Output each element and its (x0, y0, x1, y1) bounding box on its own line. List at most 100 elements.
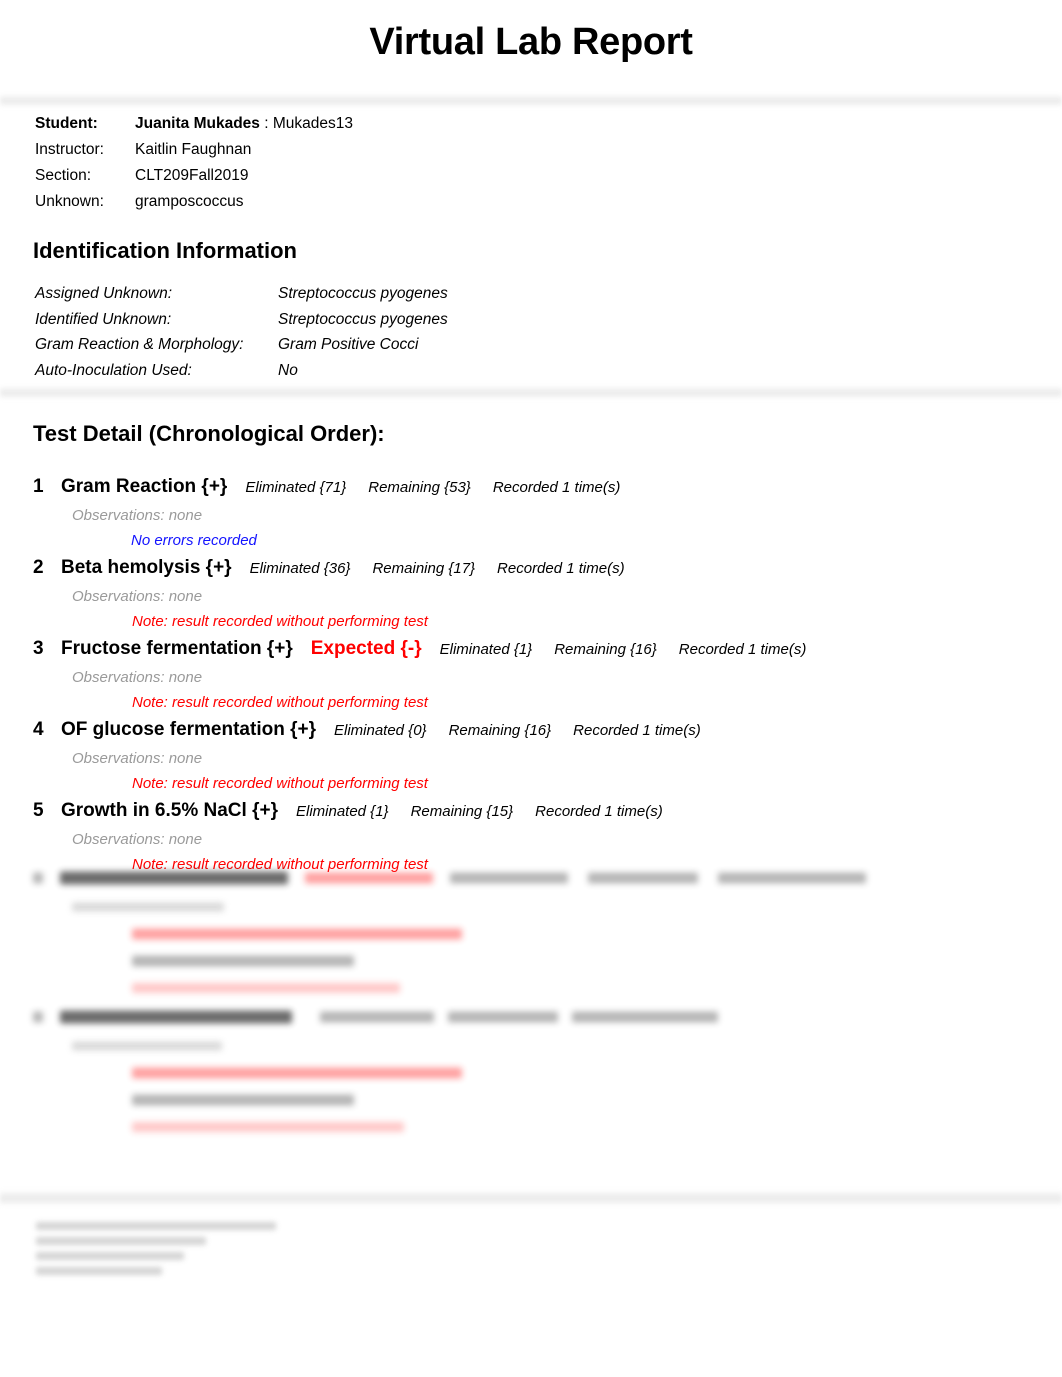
test-eliminated-count: Eliminated {71} (245, 479, 347, 496)
redacted-text-block (448, 1011, 558, 1022)
redacted-text-block (132, 955, 354, 966)
test-recorded-count: Recorded 1 time(s) (573, 722, 701, 739)
redacted-text-block (132, 928, 462, 939)
test-entry-header: 4 OF glucose fermentation {+} Eliminated {… (0, 715, 1062, 746)
separator-band-top (0, 94, 1062, 107)
test-note-warning: Note: result recorded without performing… (132, 613, 428, 630)
test-number: 1 (33, 476, 44, 497)
redacted-test-entry-header (0, 862, 1062, 893)
redacted-text-line (0, 893, 1062, 920)
test-detail-heading: Test Detail (Chronological Order): (33, 421, 385, 446)
test-remaining-count: Remaining {15} (410, 803, 514, 820)
meta-value: CLT209Fall2019 (135, 167, 249, 184)
redacted-test-entry-header (0, 1001, 1062, 1032)
redacted-text-block (72, 902, 224, 911)
redacted-text-block (33, 872, 43, 883)
redacted-test-entries (0, 862, 1062, 1140)
test-expected-result: Expected {-} (310, 638, 422, 659)
identification-row: Gram Reaction & Morphology: Gram Positive… (35, 332, 448, 358)
test-recorded-count: Recorded 1 time(s) (535, 803, 663, 820)
meta-row: Section: CLT209Fall2019 (35, 163, 353, 189)
test-name: Growth in 6.5% NaCl {+} (61, 800, 278, 821)
meta-value: Kaitlin Faughnan (135, 141, 252, 158)
redacted-text-line (0, 1086, 1062, 1113)
identification-heading: Identification Information (33, 238, 297, 263)
redacted-footer-line (36, 1237, 206, 1245)
redacted-text-block (33, 1011, 43, 1022)
redacted-text-block (305, 872, 433, 883)
redacted-text-block (588, 872, 698, 883)
redacted-test-entry (0, 862, 1062, 1001)
test-remaining-count: Remaining {53} (368, 479, 471, 496)
meta-value: Juanita Mukades (135, 115, 260, 132)
test-number: 5 (33, 800, 44, 821)
test-remaining-count: Remaining {16} (448, 722, 552, 739)
test-recorded-count: Recorded 1 time(s) (497, 560, 625, 577)
test-entry-header: 3 Fructose fermentation {+} Expected {-} El… (0, 634, 1062, 665)
test-entry: 3 Fructose fermentation {+} Expected {-} El… (0, 634, 1062, 715)
page-title: Virtual Lab Report (369, 21, 693, 63)
identification-label: Assigned Unknown: (35, 285, 172, 302)
test-remaining-count: Remaining {17} (372, 560, 476, 577)
test-note-no-errors: No errors recorded (131, 532, 257, 549)
meta-row: Instructor: Kaitlin Faughnan (35, 137, 353, 163)
meta-label: Instructor: (35, 141, 104, 158)
identification-value: Streptococcus pyogenes (278, 285, 448, 302)
identification-label: Gram Reaction & Morphology: (35, 336, 244, 353)
redacted-text-block (450, 872, 568, 883)
redacted-text-line (0, 947, 1062, 974)
test-eliminated-count: Eliminated {36} (249, 560, 351, 577)
redacted-text-block (60, 871, 288, 884)
identification-row: Assigned Unknown: Streptococcus pyogenes (35, 281, 448, 307)
redacted-footer (36, 1222, 276, 1282)
test-observations: Observations: none (72, 750, 203, 767)
test-name: Beta hemolysis {+} (61, 557, 232, 578)
meta-row: Student: Juanita Mukades : Mukades13 (35, 111, 353, 137)
redacted-footer-line (36, 1222, 276, 1230)
identification-value: Streptococcus pyogenes (278, 310, 448, 328)
redacted-text-block (72, 1041, 222, 1050)
test-note-warning: Note: result recorded without performing… (132, 775, 428, 792)
student-meta-block: Student: Juanita Mukades : Mukades13 Instr… (35, 111, 353, 215)
redacted-text-block (132, 1067, 462, 1078)
redacted-footer-line (36, 1252, 184, 1260)
redacted-text-block (718, 872, 866, 883)
redacted-text-block (320, 1011, 434, 1022)
identification-label: Auto-Inoculation Used: (35, 361, 192, 379)
redacted-text-block (132, 982, 400, 993)
test-note-warning: Note: result recorded without performing… (132, 694, 428, 711)
identification-row: Identified Unknown: Streptococcus pyogene… (35, 307, 448, 333)
identification-table: Assigned Unknown: Streptococcus pyogenes I… (35, 281, 448, 383)
test-entry: 4 OF glucose fermentation {+} Eliminated {… (0, 715, 1062, 796)
test-observations: Observations: none (72, 669, 203, 686)
separator-band-middle (0, 386, 1062, 399)
test-entry: 2 Beta hemolysis {+} Eliminated {36} Remain… (0, 553, 1062, 634)
test-number: 4 (33, 719, 44, 740)
redacted-text-block (132, 1121, 404, 1132)
redacted-text-line (0, 920, 1062, 947)
test-entry-header: 2 Beta hemolysis {+} Eliminated {36} Remain… (0, 553, 1062, 584)
test-entry-header: 1 Gram Reaction {+} Eliminated {71} Remaini… (0, 472, 1062, 503)
redacted-text-block (60, 1010, 292, 1023)
identification-value: Gram Positive Cocci (278, 336, 419, 353)
meta-row: Unknown: gramposcoccus (35, 189, 353, 215)
redacted-text-block (572, 1011, 718, 1022)
test-number: 2 (33, 557, 44, 578)
redacted-text-line (0, 1032, 1062, 1059)
meta-label: Unknown: (35, 193, 104, 210)
test-observations: Observations: none (72, 588, 203, 605)
test-name: Gram Reaction {+} (61, 476, 228, 497)
meta-value: gramposcoccus (135, 193, 244, 210)
meta-label: Section: (35, 167, 92, 184)
test-entry: 1 Gram Reaction {+} Eliminated {71} Remaini… (0, 472, 1062, 553)
test-recorded-count: Recorded 1 time(s) (678, 641, 807, 658)
redacted-text-line (0, 974, 1062, 1001)
meta-value-suffix: : Mukades13 (259, 115, 353, 132)
test-entry-header: 5 Growth in 6.5% NaCl {+} Eliminated {1} Re… (0, 796, 1062, 827)
redacted-text-line (0, 1113, 1062, 1140)
separator-band-bottom (0, 1190, 1062, 1206)
test-name: Fructose fermentation {+} (61, 638, 293, 659)
test-observations: Observations: none (72, 831, 203, 848)
redacted-text-line (0, 1059, 1062, 1086)
test-eliminated-count: Eliminated {1} (439, 641, 533, 658)
